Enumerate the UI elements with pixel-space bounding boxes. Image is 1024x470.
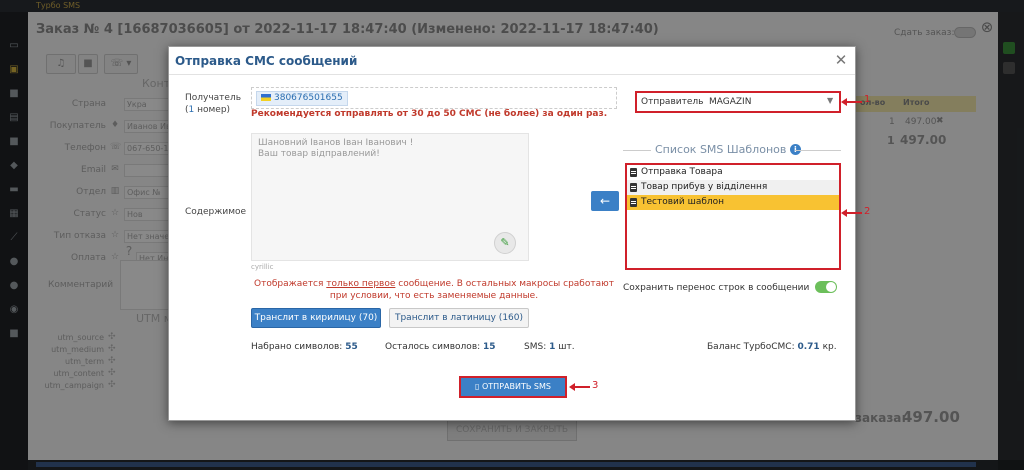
templates-title-text: Список SMS Шаблонов	[655, 143, 787, 156]
hint-part-1: Отображается	[254, 279, 327, 289]
recipient-label: Получатель (1 номер)	[185, 92, 241, 116]
translit-latin-button[interactable]: Транслит в латиницу (160)	[389, 308, 529, 328]
recipient-input[interactable]: 380676501655	[251, 87, 617, 109]
recipient-count-suffix: номер)	[194, 105, 231, 115]
toggle-knob	[826, 282, 836, 292]
recommend-warning: Рекомендуется отправлять от 30 до 50 СМС…	[251, 109, 608, 119]
sms-modal: Отправка СМС сообщений ✕ Получатель (1 н…	[168, 46, 856, 421]
left-label: Осталось символов:	[385, 342, 481, 352]
document-icon	[630, 198, 637, 207]
balance-value: 0.71	[797, 342, 820, 352]
balance-unit: кр.	[822, 342, 837, 352]
typed-value: 55	[345, 342, 358, 352]
arrow-left-icon: ←	[599, 194, 611, 208]
divider	[795, 150, 841, 151]
modal-title: Отправка СМС сообщений	[175, 54, 358, 68]
send-sms-label: Отправить SMS	[482, 382, 551, 391]
annotation-arrow	[841, 98, 862, 106]
phone-number: 380676501655	[274, 93, 343, 103]
caret-down-icon: ▼	[827, 96, 834, 105]
template-label: Отправка Товара	[641, 167, 723, 177]
template-item-selected[interactable]: Тестовий шаблон	[627, 195, 839, 210]
message-text: Шановний Іванов Іван Іванович ! Ваш това…	[258, 138, 414, 159]
sms-label: SMS:	[524, 342, 547, 352]
phone-tag[interactable]: 380676501655	[256, 91, 348, 106]
message-textarea[interactable]: Шановний Іванов Іван Іванович ! Ваш това…	[251, 133, 529, 261]
balance: Баланс ТурбоСМС: 0.71 кр.	[707, 342, 837, 352]
recipient-label-text: Получатель	[185, 93, 242, 103]
left-chars: Осталось символов: 15	[385, 342, 496, 352]
template-item[interactable]: Товар прибув у відділення	[627, 180, 839, 195]
balance-label: Баланс ТурбоСМС:	[707, 342, 795, 352]
macro-hint: Отображается только первое сообщение. В …	[251, 278, 617, 302]
typed-label: Набрано символов:	[251, 342, 343, 352]
divider	[623, 150, 651, 151]
sender-select[interactable]: Отправитель MAGAZIN ▼	[635, 91, 841, 113]
annotation-number: 2	[864, 206, 871, 217]
document-icon	[630, 168, 637, 177]
modal-header: Отправка СМС сообщений ✕	[169, 47, 855, 75]
template-item[interactable]: Отправка Товара	[627, 165, 839, 180]
template-label: Тестовий шаблон	[641, 197, 725, 207]
left-value: 15	[483, 342, 496, 352]
phone-small-icon: ▯	[475, 382, 482, 391]
typed-chars: Набрано символов: 55	[251, 342, 358, 352]
send-sms-button[interactable]: ▯ Отправить SMS	[459, 376, 567, 398]
encoding-label: cyrillic	[251, 263, 274, 271]
templates-list: Отправка Товара Товар прибув у відділенн…	[625, 163, 841, 270]
annotation-number: 1	[864, 94, 871, 105]
insert-template-button[interactable]: ←	[591, 191, 619, 211]
annotation-number: 3	[592, 380, 599, 391]
keep-breaks-toggle[interactable]	[815, 281, 837, 293]
templates-title: Список SMS Шаблонов i	[655, 143, 801, 156]
hint-underline: только первое	[326, 279, 396, 289]
translit-cyrillic-button[interactable]: Транслит в кирилицу (70)	[251, 308, 381, 328]
document-icon	[630, 183, 637, 192]
annotation-arrow	[569, 383, 590, 391]
ukraine-flag-icon	[261, 94, 271, 101]
sms-count: SMS: 1 шт.	[524, 342, 575, 352]
sender-label: Отправитель	[641, 97, 704, 107]
template-label: Товар прибув у відділення	[641, 182, 768, 192]
edit-icon[interactable]: ✎	[494, 232, 516, 254]
sender-value: MAGAZIN	[709, 97, 752, 107]
sms-value: 1	[549, 342, 556, 352]
keep-breaks-label: Сохранить перенос строк в сообщении	[623, 283, 810, 293]
close-icon[interactable]: ✕	[833, 51, 849, 69]
sms-unit: шт.	[558, 342, 575, 352]
annotation-arrow	[841, 209, 862, 217]
content-label: Содержимое	[185, 207, 247, 217]
